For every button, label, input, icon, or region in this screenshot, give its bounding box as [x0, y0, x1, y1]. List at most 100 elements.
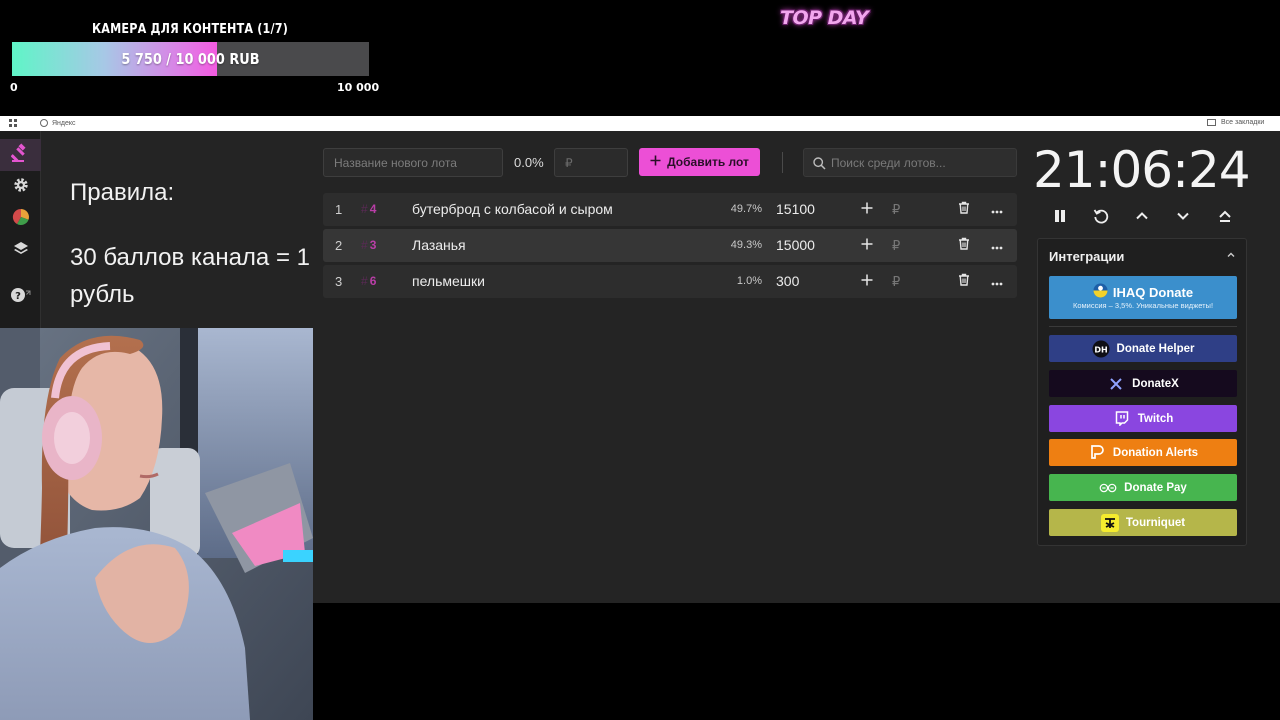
goal-progress-text: 5 750 / 10 000 RUB	[121, 50, 260, 68]
lot-more-button[interactable]	[989, 193, 1005, 226]
twitch-icon	[1113, 410, 1131, 428]
sidebar-item-settings[interactable]	[0, 171, 41, 203]
trash-icon	[958, 265, 970, 298]
lot-id: #6	[361, 265, 376, 298]
sidebar-item-auction[interactable]	[0, 139, 41, 171]
integration-donate-helper-button[interactable]: DH Donate Helper	[1049, 335, 1237, 362]
browser-bookmarks-bar: Яндекс Все закладки	[0, 116, 1280, 131]
lot-name[interactable]: Лазанья	[412, 229, 466, 262]
integration-donation-alerts-button[interactable]: Donation Alerts	[1049, 439, 1237, 466]
integration-label: Donate Helper	[1116, 342, 1195, 355]
top-day-logo: TOP DAY	[780, 7, 869, 29]
donate-helper-icon: DH	[1092, 340, 1110, 358]
lot-id-value: 3	[369, 238, 377, 252]
more-horizontal-icon	[991, 193, 1003, 226]
lot-id-value: 4	[369, 202, 377, 216]
delete-lot-button[interactable]	[956, 229, 972, 262]
integration-label: Tourniquet	[1125, 516, 1186, 529]
lot-id-value: 6	[369, 274, 377, 288]
bookmark-yandex[interactable]: Яндекс	[40, 119, 76, 127]
help-icon: ?	[10, 287, 31, 308]
lot-currency[interactable]: ₽	[892, 265, 900, 298]
integration-donate-pay-button[interactable]: Donate Pay	[1049, 474, 1237, 501]
add-lot-button[interactable]: Добавить лот	[639, 148, 760, 176]
delete-lot-button[interactable]	[956, 193, 972, 226]
timer-double-up-button[interactable]	[1214, 207, 1236, 229]
lot-amount[interactable]: 15000	[776, 229, 815, 262]
reset-timer-button[interactable]	[1090, 207, 1112, 229]
lot-number: 1	[335, 202, 343, 217]
integrations-collapse-button[interactable]	[1224, 249, 1238, 263]
lot-row[interactable]: 2 #3 Лазанья 49.3% 15000 ₽	[323, 229, 1017, 262]
add-to-lot-button[interactable]	[859, 229, 875, 262]
chevron-up-icon	[1135, 209, 1149, 228]
ihaq-donate-button[interactable]: IHAQ Donate Комиссия – 3,5%. Уникальные …	[1049, 276, 1237, 319]
rules-title: Правила:	[70, 179, 175, 206]
integration-label: DonateX	[1132, 377, 1179, 390]
lot-search[interactable]	[803, 148, 1017, 177]
trash-icon	[958, 193, 970, 226]
rules-panel: Правила: 30 баллов канала = 1 рубль	[42, 131, 313, 328]
add-to-lot-button[interactable]	[859, 193, 875, 226]
gear-icon	[13, 177, 29, 198]
sidebar-item-help[interactable]: ?	[0, 281, 41, 313]
new-lot-name-input[interactable]	[323, 148, 503, 177]
yandex-icon	[40, 119, 48, 127]
hash-icon: #	[361, 202, 368, 216]
donatepay-icon	[1099, 479, 1117, 497]
integrations-divider	[1049, 326, 1237, 327]
integration-twitch-button[interactable]: Twitch	[1049, 405, 1237, 432]
streamer-webcam-image	[0, 328, 313, 720]
ihaq-subtitle: Комиссия – 3,5%. Уникальные виджеты!	[1072, 301, 1214, 310]
lot-currency[interactable]: ₽	[892, 229, 900, 262]
timer-decrease-button[interactable]	[1172, 207, 1194, 229]
sidebar-item-layers[interactable]	[0, 235, 41, 267]
new-lot-percent: 0.0%	[514, 155, 544, 170]
lot-name[interactable]: бутерброд с колбасой и сыром	[412, 193, 613, 226]
pause-button[interactable]	[1049, 207, 1071, 229]
integration-tourniquet-button[interactable]: Tourniquet	[1049, 509, 1237, 536]
apps-grid-icon[interactable]	[9, 119, 18, 130]
chevron-down-icon	[1176, 209, 1190, 228]
lot-row[interactable]: 1 #4 бутерброд с колбасой и сыром 49.7% 1510…	[323, 193, 1017, 226]
pause-icon	[1053, 209, 1067, 228]
add-lot-label: Добавить лот	[667, 155, 749, 169]
lot-more-button[interactable]	[989, 265, 1005, 298]
more-horizontal-icon	[991, 229, 1003, 262]
lot-id: #3	[361, 229, 376, 262]
all-bookmarks[interactable]: Все закладки	[1207, 119, 1264, 126]
auction-timer: 21:06:24	[1033, 141, 1251, 199]
bookmark-yandex-label: Яндекс	[52, 119, 76, 127]
timer-controls	[1048, 207, 1238, 229]
sidebar-item-stats[interactable]	[0, 203, 41, 235]
lot-id: #4	[361, 193, 376, 226]
layers-icon	[13, 241, 29, 262]
all-bookmarks-label: Все закладки	[1221, 119, 1265, 126]
hash-icon: #	[361, 238, 368, 252]
delete-lot-button[interactable]	[956, 265, 972, 298]
double-chevron-up-icon	[1218, 209, 1232, 228]
goal-progress-bar: 5 750 / 10 000 RUB	[12, 42, 369, 76]
ihaq-logo-icon	[1093, 283, 1108, 301]
lot-row[interactable]: 3 #6 пельмешки 1.0% 300 ₽	[323, 265, 1017, 298]
tourniquet-icon	[1100, 513, 1119, 532]
donationalerts-icon	[1088, 444, 1106, 462]
chevron-up-icon	[1226, 247, 1236, 265]
integration-label: Donate Pay	[1124, 481, 1187, 494]
new-lot-amount-input[interactable]	[554, 148, 628, 177]
lot-amount[interactable]: 300	[776, 265, 799, 298]
add-to-lot-button[interactable]	[859, 265, 875, 298]
goal-max-label: 10 000	[337, 81, 380, 94]
search-input[interactable]	[831, 149, 1015, 176]
lot-amount[interactable]: 15100	[776, 193, 815, 226]
integration-donatex-button[interactable]: DonateX	[1049, 370, 1237, 397]
ihaq-title: IHAQ Donate	[1112, 284, 1194, 300]
goal-title: КАМЕРА ДЛЯ КОНТЕНТА (1/7)	[92, 22, 288, 37]
lot-name[interactable]: пельмешки	[412, 265, 485, 298]
timer-increase-button[interactable]	[1131, 207, 1153, 229]
lot-currency[interactable]: ₽	[892, 193, 900, 226]
gavel-icon	[10, 142, 31, 168]
hash-icon: #	[361, 274, 368, 288]
lot-percent: 1.0%	[736, 275, 762, 287]
lot-more-button[interactable]	[989, 229, 1005, 262]
